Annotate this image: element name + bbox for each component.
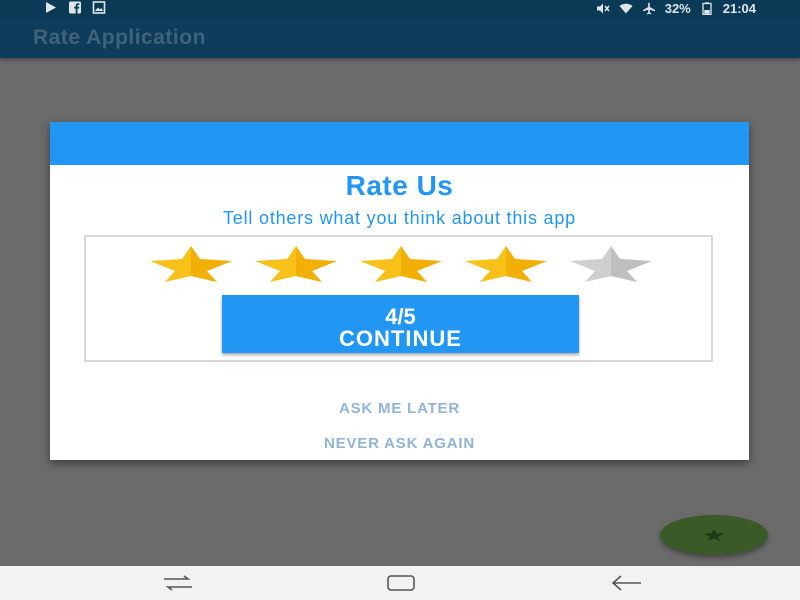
airplane-icon xyxy=(642,2,656,15)
rate-dialog: Rate Us Tell others what you think about… xyxy=(50,122,749,460)
battery-icon xyxy=(700,2,714,16)
star-icon xyxy=(150,246,232,282)
star-rating[interactable] xyxy=(148,245,658,283)
star-icon xyxy=(360,246,442,282)
star-icon xyxy=(465,246,547,282)
continue-label: CONTINUE xyxy=(339,326,462,351)
star-5[interactable] xyxy=(568,245,654,283)
star-2[interactable] xyxy=(253,245,339,283)
dialog-header xyxy=(50,122,749,165)
dialog-title: Rate Us xyxy=(345,170,454,201)
star-1[interactable] xyxy=(148,245,234,283)
continue-button[interactable]: 4/5 CONTINUE xyxy=(222,295,579,353)
rate-fab-button[interactable] xyxy=(660,515,768,555)
app-title: Rate Application xyxy=(33,26,206,49)
never-ask-button[interactable]: NEVER ASK AGAIN xyxy=(50,435,749,452)
star-icon xyxy=(570,246,652,282)
battery-percent: 32% xyxy=(664,1,691,16)
home-icon[interactable] xyxy=(381,573,421,593)
clock: 21:04 xyxy=(722,1,756,16)
rating-box: 4/5 CONTINUE xyxy=(84,235,713,362)
screen: 32% 21:04 Rate Application Rate Us Tell … xyxy=(0,0,800,600)
status-bar: 32% 21:04 xyxy=(0,0,800,18)
star-3[interactable] xyxy=(358,245,444,283)
status-right: 32% 21:04 xyxy=(596,1,756,16)
mute-icon xyxy=(596,2,610,15)
app-bar: Rate Application xyxy=(0,18,800,58)
status-left-icons xyxy=(44,1,106,14)
star-icon xyxy=(704,529,724,541)
recent-apps-icon[interactable] xyxy=(158,573,198,593)
facebook-icon xyxy=(68,1,82,14)
star-icon xyxy=(255,246,337,282)
ask-later-button[interactable]: ASK ME LATER xyxy=(50,400,749,417)
wifi-icon xyxy=(619,2,633,15)
dialog-subtitle: Tell others what you think about this ap… xyxy=(223,208,576,228)
gallery-icon xyxy=(92,1,106,14)
play-store-icon xyxy=(44,1,58,14)
navigation-bar xyxy=(0,566,800,600)
star-4[interactable] xyxy=(463,245,549,283)
back-icon[interactable] xyxy=(607,573,647,593)
rating-score: 4/5 xyxy=(385,304,416,329)
